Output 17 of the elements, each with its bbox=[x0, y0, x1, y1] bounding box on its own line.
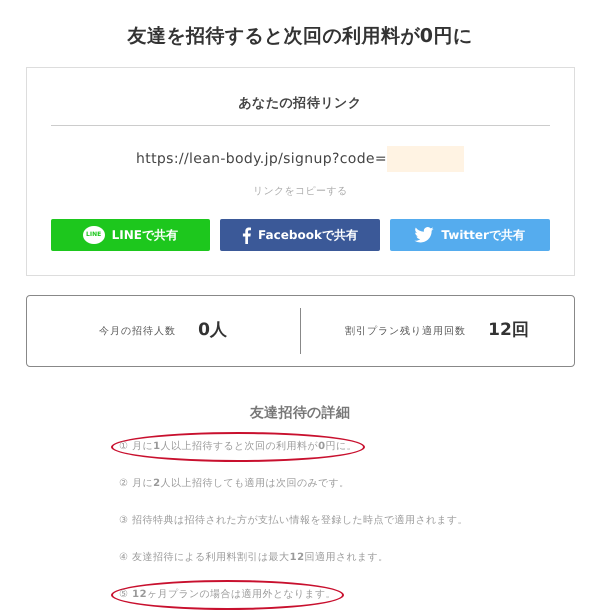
facebook-icon bbox=[242, 226, 252, 244]
note-text: ⑤ 12ヶ月プランの場合は適用外となります。 bbox=[111, 580, 344, 610]
stat-value: 0人 bbox=[198, 319, 227, 342]
invite-heading: あなたの招待リンク bbox=[238, 94, 362, 112]
stat-label: 割引プラン残り適用回数 bbox=[345, 324, 466, 338]
copy-link[interactable]: リンクをコピーする bbox=[252, 184, 348, 199]
note-text: ④ 友達招待による利用料割引は最大12回適用されます。 bbox=[118, 550, 390, 565]
share-button[interactable]: Twitterで共有 bbox=[390, 219, 550, 251]
stat-value: 12回 bbox=[488, 319, 529, 342]
bird-icon bbox=[414, 227, 434, 243]
note-text: ① 月に1人以上招待すると次回の利用料が0円に。 bbox=[111, 432, 366, 462]
page-title: 友達を招待すると次回の利用料が0円に bbox=[128, 24, 472, 49]
note-text: ② 月に2人以上招待しても適用は次回のみです。 bbox=[118, 476, 351, 491]
share-button[interactable]: Facebookで共有 bbox=[220, 219, 380, 251]
stat-label: 今月の招待人数 bbox=[99, 324, 176, 338]
details-heading: 友達招待の詳細 bbox=[250, 404, 350, 423]
note-text: ③ 招待特典は招待された方が支払い情報を登録した時点で適用されます。 bbox=[118, 514, 470, 528]
